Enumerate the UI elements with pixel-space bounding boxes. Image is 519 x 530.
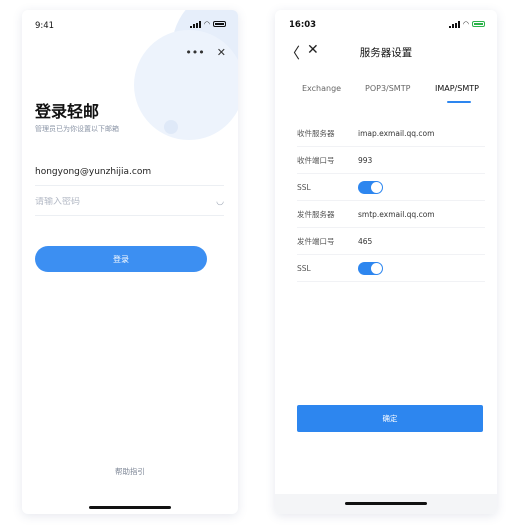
confirm-button[interactable]: 确定 — [297, 405, 483, 432]
help-link[interactable]: 帮助指引 — [22, 466, 238, 477]
outgoing-ssl-row: SSL — [297, 255, 485, 282]
home-indicator — [345, 502, 427, 505]
protocol-tabs: Exchange POP3/SMTP IMAP/SMTP — [275, 84, 497, 108]
page-subtitle: 管理员已为你设置以下邮箱 — [35, 125, 119, 133]
row-label: SSL — [297, 263, 311, 273]
row-label: SSL — [297, 182, 311, 192]
signal-icon — [189, 20, 201, 28]
row-label: 收件端口号 — [297, 155, 335, 165]
incoming-port-row[interactable]: 收件端口号 993 — [297, 147, 485, 174]
server-settings-list: 收件服务器 imap.exmail.qq.com 收件端口号 993 SSL 发… — [275, 120, 497, 282]
status-icons: ◠ — [448, 20, 485, 28]
tab-imap-smtp[interactable]: IMAP/SMTP — [435, 84, 479, 93]
server-settings-screen: 16:03 ◠ 〈 ✕ 服务器设置 Exchange POP3/SMTP IMA… — [275, 10, 497, 514]
incoming-server-value[interactable]: imap.exmail.qq.com — [358, 129, 434, 138]
email-field[interactable]: hongyong@yunzhijia.com — [35, 158, 224, 186]
closed-eye-icon[interactable]: ◡ — [216, 197, 224, 207]
login-screen: 9:41 ◠ ••• ✕ 登录轻邮 管理员已为你设置以下邮箱 hongyong@… — [22, 10, 238, 514]
login-button[interactable]: 登录 — [35, 246, 207, 272]
row-label: 发件端口号 — [297, 236, 335, 246]
incoming-ssl-toggle[interactable] — [358, 180, 383, 194]
wifi-icon: ◠ — [462, 20, 469, 28]
page-title: 登录轻邮 — [35, 102, 100, 121]
password-field[interactable]: ◡ — [35, 188, 224, 216]
signal-icon — [448, 20, 460, 28]
incoming-port-value[interactable]: 993 — [358, 156, 372, 165]
outgoing-server-value[interactable]: smtp.exmail.qq.com — [358, 210, 435, 219]
home-indicator — [89, 506, 171, 509]
wifi-icon: ◠ — [203, 20, 210, 28]
incoming-server-row[interactable]: 收件服务器 imap.exmail.qq.com — [297, 120, 485, 147]
top-actions: ••• ✕ — [185, 46, 226, 59]
outgoing-server-row[interactable]: 发件服务器 smtp.exmail.qq.com — [297, 201, 485, 228]
status-icons: ◠ — [189, 20, 226, 28]
battery-charging-icon — [472, 21, 485, 27]
outgoing-port-value[interactable]: 465 — [358, 237, 372, 246]
nav-bar: 〈 ✕ 服务器设置 — [275, 40, 497, 66]
row-label: 收件服务器 — [297, 128, 335, 138]
outgoing-ssl-toggle[interactable] — [358, 261, 383, 275]
page-title: 服务器设置 — [359, 47, 413, 59]
active-tab-indicator — [447, 101, 471, 103]
more-icon[interactable]: ••• — [185, 46, 204, 59]
email-value: hongyong@yunzhijia.com — [35, 166, 152, 177]
outgoing-port-row[interactable]: 发件端口号 465 — [297, 228, 485, 255]
status-time: 16:03 — [289, 20, 317, 30]
row-label: 发件服务器 — [297, 209, 335, 219]
status-time: 9:41 — [35, 21, 55, 31]
password-input[interactable] — [35, 196, 195, 207]
tab-pop3-smtp[interactable]: POP3/SMTP — [365, 84, 410, 93]
tab-exchange[interactable]: Exchange — [302, 84, 341, 93]
close-icon[interactable]: ✕ — [217, 46, 226, 59]
battery-icon — [213, 21, 226, 27]
incoming-ssl-row: SSL — [297, 174, 485, 201]
decorative-circle — [164, 120, 178, 134]
